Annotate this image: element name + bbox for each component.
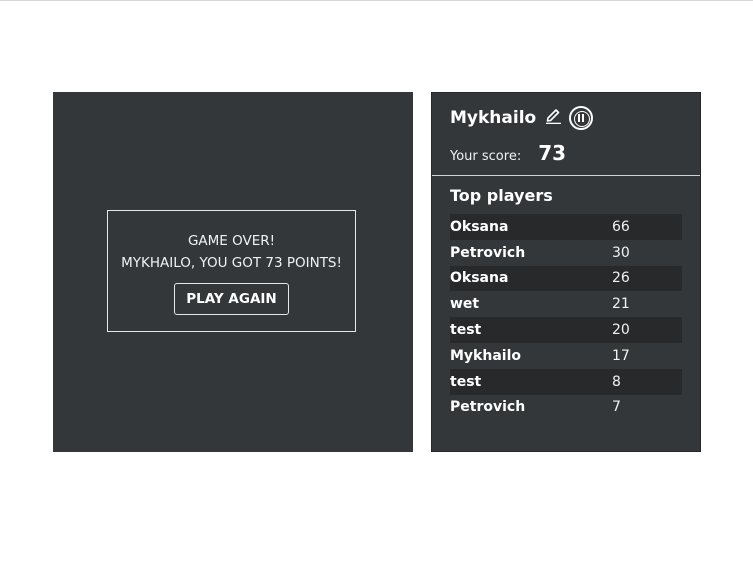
game-over-title: GAME OVER! [187, 233, 276, 249]
leaderboard-row: test 8 [450, 368, 682, 395]
leaderboard-player-score: 21 [612, 296, 630, 313]
game-board[interactable]: GAME OVER! MYKHAILO, YOU GOT 73 POINTS! … [53, 92, 413, 452]
leaderboard-player-score: 66 [612, 218, 630, 235]
leaderboard-player-name: Petrovich [450, 399, 526, 416]
divider [432, 175, 700, 176]
leaderboard-player-name: wet [450, 296, 480, 313]
play-again-button[interactable]: PLAY AGAIN [174, 283, 289, 315]
pause-icon[interactable] [569, 106, 594, 130]
leaderboard-title: Top players [450, 186, 553, 205]
leaderboard-player-name: Oksana [450, 270, 509, 287]
score-row: Your score: 73 [450, 141, 566, 165]
score-value: 73 [538, 141, 567, 165]
player-name: Mykhailo [450, 108, 537, 128]
leaderboard-player-score: 30 [612, 244, 630, 261]
leaderboard-row: test 20 [450, 317, 682, 343]
score-label: Your score: [450, 149, 522, 164]
player-header: Mykhailo [450, 103, 594, 133]
leaderboard-player-name: Mykhailo [450, 347, 521, 364]
edit-icon[interactable] [544, 106, 562, 125]
side-panel: Mykhailo Your score: 73 Top players Oksa… [431, 92, 701, 452]
leaderboard-row: Mykhailo 17 [450, 343, 682, 369]
leaderboard-row: Petrovich 7 [450, 395, 682, 421]
leaderboard-player-name: test [450, 322, 482, 339]
leaderboard-player-score: 7 [612, 399, 621, 416]
game-over-result: MYKHAILO, YOU GOT 73 POINTS! [121, 255, 342, 271]
leaderboard-row: Oksana 26 [450, 265, 682, 292]
leaderboard-player-score: 17 [612, 347, 630, 364]
top-rule [0, 0, 753, 1]
leaderboard-row: Petrovich 30 [450, 240, 682, 266]
game-over-dialog: GAME OVER! MYKHAILO, YOU GOT 73 POINTS! … [107, 210, 356, 332]
leaderboard-player-score: 20 [612, 322, 630, 339]
leaderboard-row: wet 21 [450, 291, 682, 317]
leaderboard-player-name: Oksana [450, 218, 509, 235]
leaderboard-player-score: 26 [612, 270, 630, 287]
leaderboard-player-score: 8 [612, 373, 621, 390]
leaderboard-row: Oksana 66 [450, 214, 682, 240]
leaderboard-player-name: test [450, 373, 482, 390]
leaderboard-table: Oksana 66 Petrovich 30 Oksana 26 wet 21 … [450, 214, 682, 420]
leaderboard-player-name: Petrovich [450, 244, 526, 261]
